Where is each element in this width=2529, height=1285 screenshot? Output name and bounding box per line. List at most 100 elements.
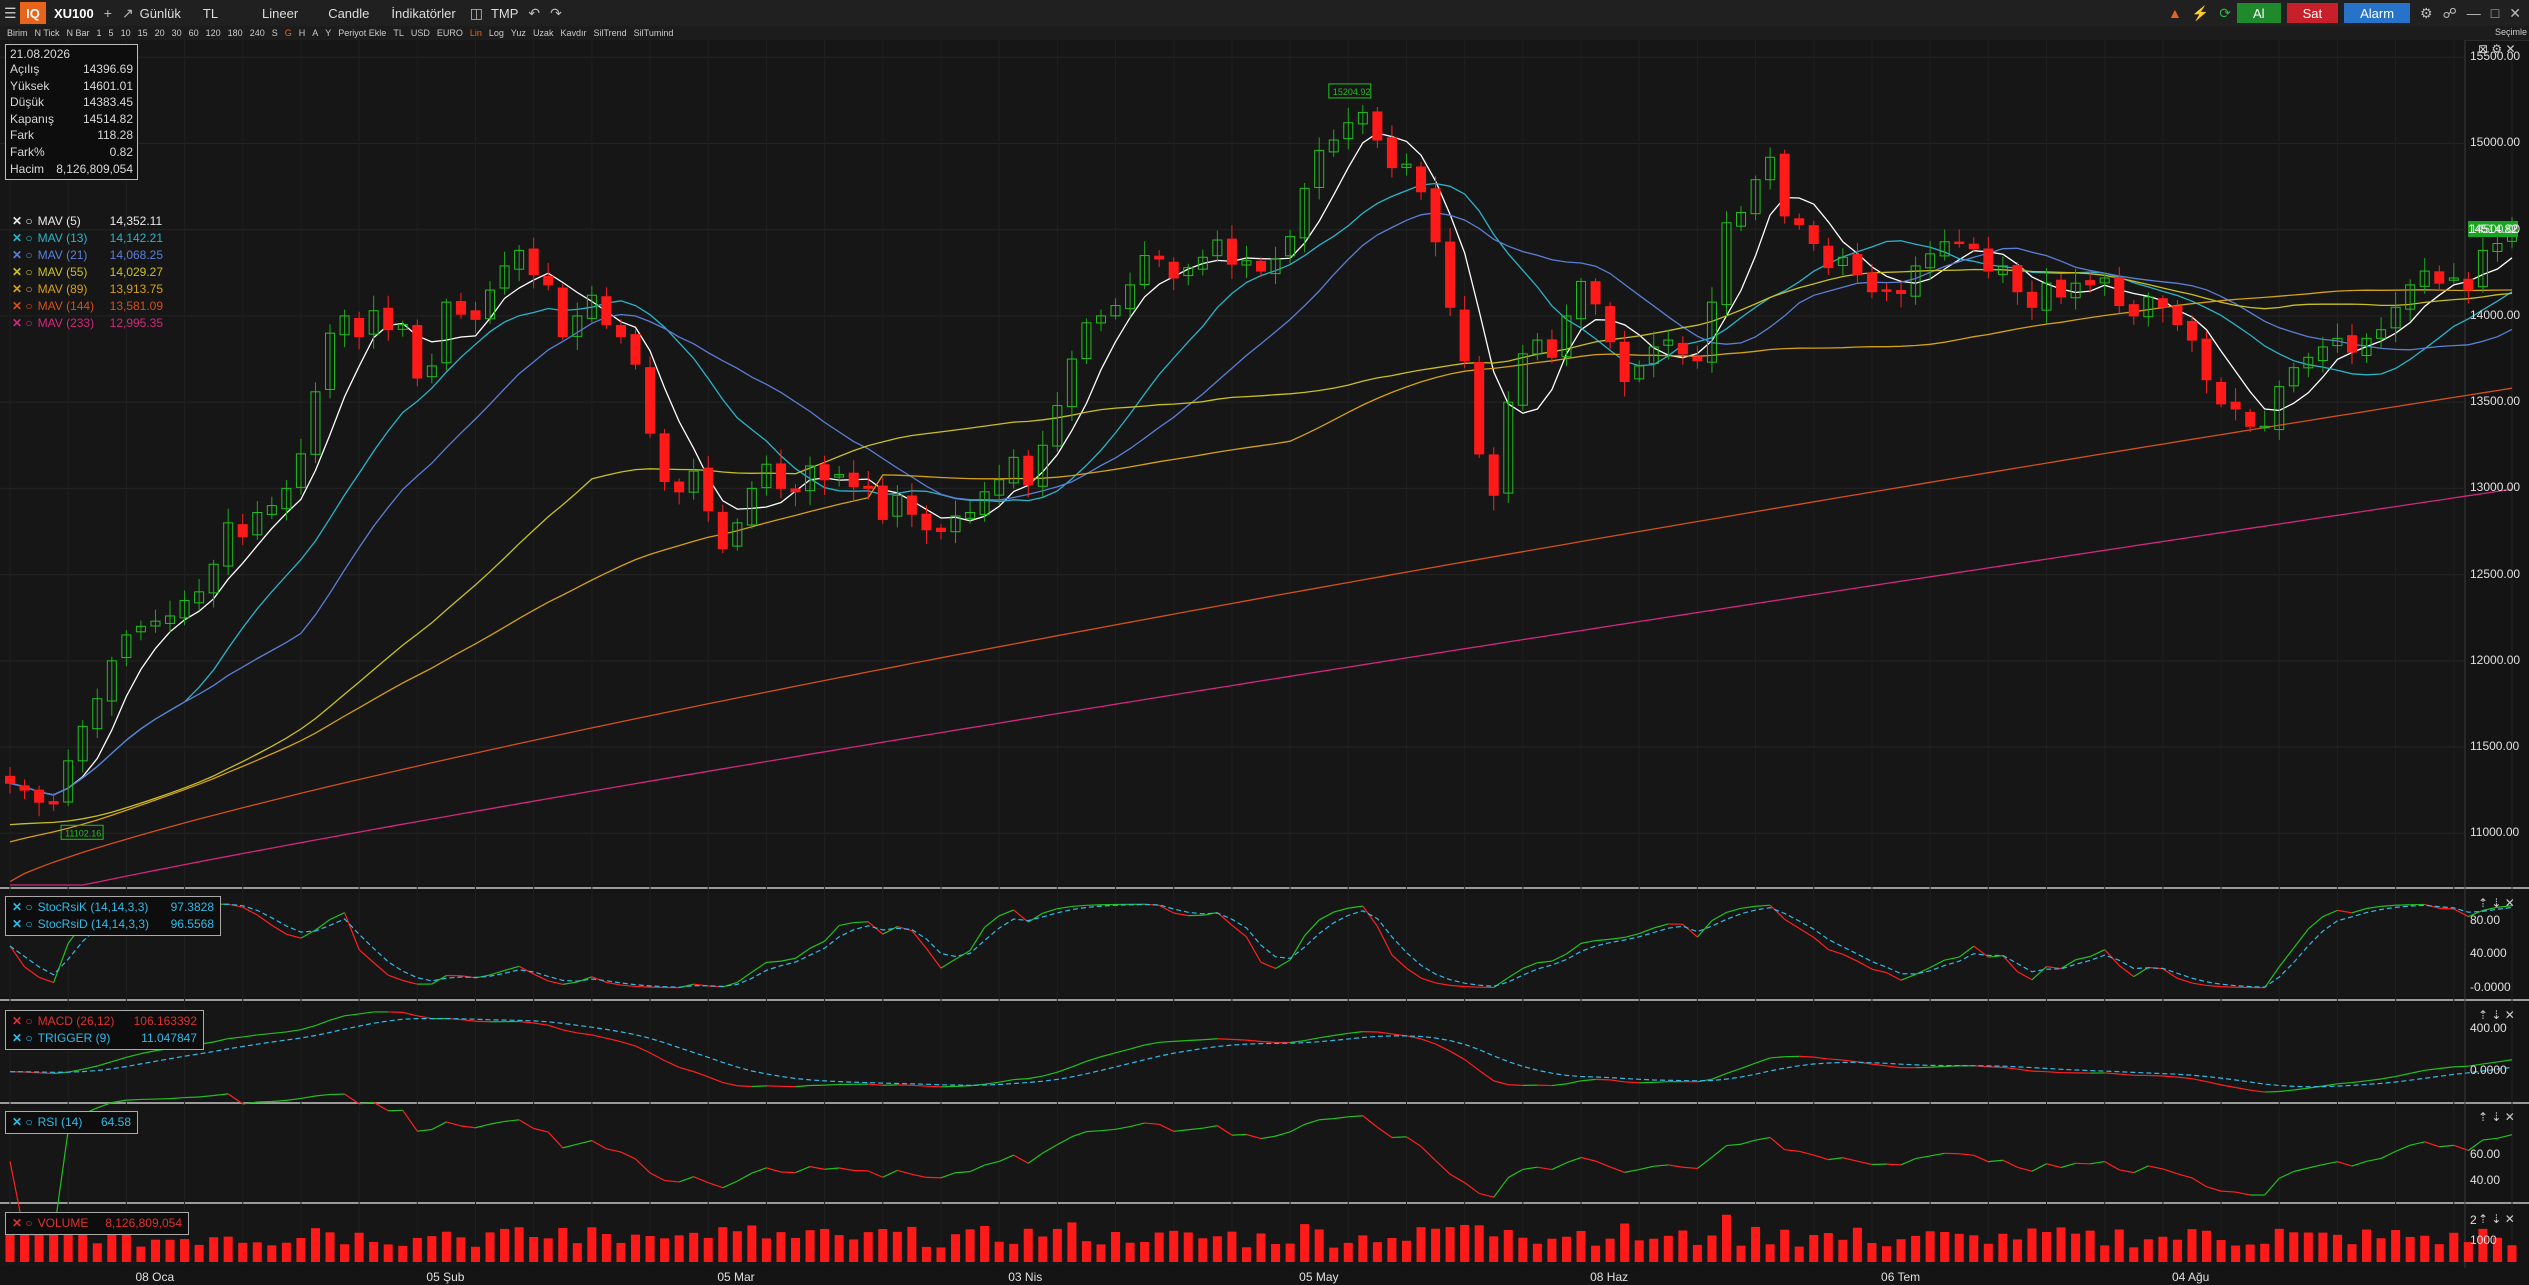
volume-bar: [1547, 1238, 1557, 1262]
ma-legend-row[interactable]: ✕ ○ MAV (233) 12,995.35: [12, 315, 200, 332]
ohlc-label: Yüksek: [10, 78, 50, 93]
remove-indicator-icon[interactable]: ✕ ○: [12, 315, 33, 332]
volume-bar: [500, 1228, 510, 1262]
volume-bar: [1765, 1244, 1775, 1262]
volume-bar: [1038, 1236, 1048, 1262]
remove-indicator-icon[interactable]: ✕ ○: [12, 264, 33, 281]
macd-line: [1217, 1038, 1232, 1040]
candle-body: [2128, 304, 2139, 317]
volume-bar: [674, 1235, 684, 1262]
volume-bar: [1852, 1227, 1862, 1262]
indicator-legend-row[interactable]: ✕ ○ TRIGGER (9) 11.047847: [12, 1030, 197, 1047]
ma-legend-row[interactable]: ✕ ○ MAV (21) 14,068.25: [12, 247, 200, 264]
remove-indicator-icon[interactable]: ✕ ○: [12, 1114, 33, 1131]
ma-name: MAV (89): [37, 282, 88, 296]
volume-bar: [1896, 1239, 1906, 1262]
pane-controls[interactable]: ⇡ ⇣ ✕: [2478, 1212, 2515, 1226]
volume-bar: [1009, 1243, 1019, 1262]
candle-body: [1372, 111, 1383, 141]
pane-controls[interactable]: ⇡ ⇣ ✕: [2478, 1110, 2515, 1124]
volume-bar: [630, 1234, 641, 1262]
candle-body: [2172, 305, 2183, 326]
ma-legend-row[interactable]: ✕ ○ MAV (89) 13,913.75: [12, 281, 200, 298]
candle-body: [2114, 276, 2125, 307]
macd-line: [926, 1085, 942, 1088]
volume-bar: [1489, 1236, 1499, 1262]
indicator-legend-row[interactable]: ✕ ○ StocRsiK (14,14,3,3) 97.3828: [12, 899, 214, 916]
volume-bar: [383, 1244, 393, 1262]
candle-body: [717, 511, 728, 550]
volume-bar: [1271, 1243, 1281, 1262]
volume-bar: [2303, 1232, 2313, 1262]
macd-line: [2148, 1074, 2163, 1077]
ma-value: 14,068.25: [109, 248, 164, 262]
ohlc-row: Kapanış 14514.82: [10, 111, 133, 128]
indicator-name: VOLUME: [37, 1216, 89, 1230]
candle-body: [1954, 241, 1965, 245]
remove-indicator-icon[interactable]: ✕ ○: [12, 230, 33, 247]
indicator-legend-row[interactable]: ✕ ○ StocRsiD (14,14,3,3) 96.5568: [12, 916, 214, 933]
rsi-line: [1231, 1133, 1247, 1136]
candle-body: [1023, 455, 1034, 486]
price-axis-label: 13000.00: [2470, 480, 2521, 495]
volume-bar: [1401, 1240, 1411, 1262]
remove-indicator-icon[interactable]: ✕ ○: [12, 1030, 33, 1047]
candle-body: [237, 524, 248, 538]
volume-bar: [310, 1228, 320, 1262]
volume-bar: [1561, 1236, 1571, 1262]
ma-legend-row[interactable]: ✕ ○ MAV (13) 14,142.21: [12, 230, 200, 247]
volume-bar: [878, 1229, 888, 1262]
chart-area[interactable]: 15204.92 11102.16: [0, 0, 2529, 1285]
pane-controls[interactable]: ⇡ ⇣ ✕: [2478, 896, 2515, 910]
pane-controls[interactable]: ⇡ ⇣ ✕: [2478, 1008, 2515, 1022]
candle-body: [615, 325, 626, 338]
price-axis-label: 14000.00: [2470, 307, 2521, 322]
ohlc-label: Fark: [10, 128, 34, 143]
remove-indicator-icon[interactable]: ✕ ○: [12, 247, 33, 264]
ma-legend-row[interactable]: ✕ ○ MAV (144) 13,581.09: [12, 298, 200, 315]
volume-bar: [2347, 1244, 2357, 1262]
macd-line: [1653, 1081, 1669, 1084]
macd-line: [1624, 1081, 1640, 1084]
remove-indicator-icon[interactable]: ✕ ○: [12, 213, 33, 230]
indicator-legend-row[interactable]: ✕ ○ VOLUME 8,126,809,054: [12, 1215, 182, 1232]
candle-body: [2186, 320, 2197, 341]
candle-body: [354, 317, 365, 338]
volume-bar: [2318, 1232, 2328, 1262]
volume-bar: [980, 1225, 990, 1262]
volume-bar: [1794, 1246, 1804, 1262]
macd-line: [2453, 1065, 2469, 1068]
remove-indicator-icon[interactable]: ✕ ○: [12, 298, 33, 315]
volume-bar: [2129, 1247, 2139, 1262]
remove-indicator-icon[interactable]: ✕ ○: [12, 281, 33, 298]
volume-bar: [470, 1246, 480, 1262]
volume-bar: [645, 1236, 655, 1262]
ma-name: MAV (21): [37, 248, 88, 262]
price-axis-label: 15000.00: [2470, 135, 2521, 150]
volume-bar: [572, 1243, 582, 1262]
remove-indicator-icon[interactable]: ✕ ○: [12, 916, 33, 933]
remove-indicator-icon[interactable]: ✕ ○: [12, 1215, 33, 1232]
volume-bar: [936, 1247, 946, 1262]
rsi-axis-label: 40.00: [2470, 1173, 2501, 1187]
candle-body: [1154, 255, 1165, 260]
remove-indicator-icon[interactable]: ✕ ○: [12, 899, 33, 916]
main-pane-controls[interactable]: ⊠ ⚙ ✕: [2478, 42, 2516, 56]
volume-bar: [1751, 1226, 1761, 1262]
indicator-legend-row[interactable]: ✕ ○ RSI (14) 64.58: [12, 1114, 131, 1131]
stochrsi-k-line: [635, 985, 651, 988]
remove-indicator-icon[interactable]: ✕ ○: [12, 1013, 33, 1030]
volume-bar: [1460, 1224, 1470, 1262]
ma-legend-row[interactable]: ✕ ○ MAV (5) 14,352.11: [12, 213, 200, 230]
ohlc-date: 21.08.2026: [10, 47, 71, 61]
volume-bar: [369, 1241, 379, 1262]
indicator-legend-row[interactable]: ✕ ○ MACD (26,12) 106.163392: [12, 1013, 197, 1030]
price-axis-label: 11000.00: [2470, 825, 2520, 840]
candle-body: [1474, 361, 1485, 455]
macd-line: [2497, 1059, 2513, 1063]
x-axis-tick-label: 04 Ağu: [2171, 1270, 2210, 1284]
volume-bar: [296, 1238, 306, 1262]
volume-bar: [165, 1239, 175, 1262]
ma-legend-row[interactable]: ✕ ○ MAV (55) 14,029.27: [12, 264, 200, 281]
candle-body: [1590, 281, 1601, 305]
